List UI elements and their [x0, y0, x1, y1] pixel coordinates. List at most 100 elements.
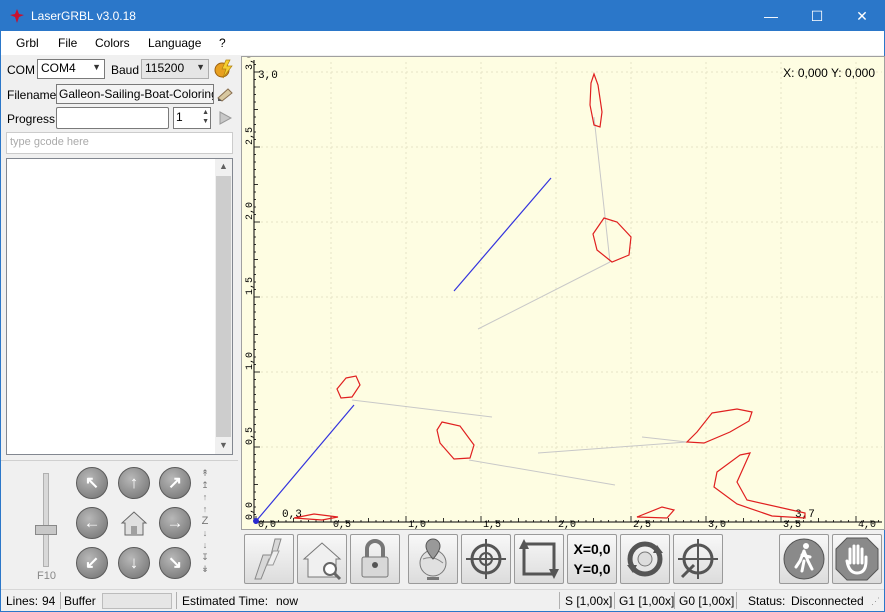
log-scrollbar[interactable]: ▲ ▼	[215, 159, 232, 454]
z-up-icon[interactable]: ↥	[198, 479, 212, 491]
scroll-up-icon[interactable]: ▲	[219, 161, 228, 171]
x-tick-label: 2,5	[633, 520, 651, 529]
status-bar: Lines: 94 Buffer Estimated Time: now S […	[1, 589, 884, 611]
run-program-button[interactable]	[779, 534, 829, 584]
z-down-small-icon[interactable]: ↓	[198, 539, 212, 551]
preview-drawing: 0,0 0,5 1,0 1,5 2,0 2,5 3,0 3,5 4,0 0,0 0,5 1,0 1,5…	[242, 52, 884, 531]
scroll-down-icon[interactable]: ▼	[219, 440, 228, 450]
menu-help[interactable]: ?	[219, 36, 226, 50]
center-target-button[interactable]	[461, 534, 511, 584]
x-tick-label: 3,5	[783, 520, 801, 529]
buffer-label: Buffer	[64, 594, 96, 608]
resize-grip-icon[interactable]: ⋰	[871, 596, 880, 607]
laser-flash-button[interactable]	[244, 534, 294, 584]
z-up-tiny-icon[interactable]: ↑	[198, 503, 212, 515]
x-tick-label: 0,0	[258, 520, 276, 529]
close-button[interactable]: ✕	[839, 1, 885, 31]
s-override[interactable]: S [1,00x]	[565, 594, 612, 608]
com-label: COM	[7, 63, 35, 77]
goto-origin-globe-icon	[419, 538, 447, 580]
y-tick-label: 2,0	[245, 202, 256, 220]
homing-button[interactable]	[297, 534, 347, 584]
y-tick-label: 1,5	[245, 277, 256, 295]
z-up-fast-icon[interactable]: ↟	[198, 467, 212, 479]
preview-canvas[interactable]: 0,0 0,5 1,0 1,5 2,0 2,5 3,0 3,5 4,0 0,0 0,5 1,0 1,5…	[241, 52, 885, 531]
z-up-small-icon[interactable]: ↑	[198, 491, 212, 503]
status-value: Disconnected	[791, 594, 864, 608]
menu-colors[interactable]: Colors	[95, 36, 130, 50]
stepper-arrows-icon[interactable]: ▲ ▼	[202, 108, 209, 126]
scroll-thumb[interactable]	[216, 176, 231, 437]
chevron-down-icon: ▼	[196, 62, 205, 72]
canvas-background	[242, 57, 884, 529]
jog-down-button[interactable]: ↓	[118, 547, 150, 579]
status-separator	[559, 592, 560, 609]
x-tick-label: 4,0	[858, 520, 876, 529]
lines-value: 94	[42, 594, 56, 608]
chevron-down-icon: ▼	[92, 62, 101, 72]
open-file-icon[interactable]	[216, 86, 234, 102]
jog-up-button[interactable]: ↑	[118, 467, 150, 499]
y-tick-label: 0,5	[245, 427, 256, 445]
target-zero-button[interactable]	[673, 534, 723, 584]
speed-slider-thumb[interactable]	[35, 525, 57, 535]
speed-label: F10	[37, 570, 56, 582]
copies-stepper[interactable]: 1 ▲ ▼	[173, 107, 211, 129]
progress-label: Progress	[7, 112, 56, 126]
laser-flash-icon	[254, 538, 282, 580]
gcode-input[interactable]: type gcode here	[6, 132, 233, 154]
zero-x-label: X=0,0	[573, 541, 611, 557]
x-tick-label: 0,5	[333, 520, 351, 529]
menu-file[interactable]: File	[58, 36, 77, 50]
x-tick-label: 2,0	[558, 520, 576, 529]
frame-corners-icon	[519, 539, 559, 579]
frame-button[interactable]	[514, 534, 564, 584]
filename-label: Filename	[7, 88, 57, 102]
menu-grbl[interactable]: Grbl	[16, 36, 39, 50]
maximize-button[interactable]: ☐	[794, 1, 840, 31]
y-tick-label: 2,5	[245, 127, 256, 145]
baud-rate-value: 115200	[145, 61, 185, 75]
x-tick-label: 1,5	[483, 520, 501, 529]
home-button[interactable]	[118, 507, 150, 539]
lines-label: Lines:	[6, 594, 39, 608]
jog-right-button[interactable]: →	[159, 507, 191, 539]
status-separator	[614, 592, 615, 609]
jog-up-right-button[interactable]: ↗	[159, 467, 191, 499]
laser-app-icon	[10, 9, 24, 23]
minimize-button[interactable]: —	[748, 1, 794, 31]
buffer-progress	[102, 593, 172, 609]
y-tick-label: 0,0	[245, 502, 256, 520]
run-play-icon[interactable]	[218, 111, 232, 125]
menu-language[interactable]: Language	[148, 36, 201, 50]
menu-bar: Grbl File Colors Language ?	[1, 31, 884, 55]
z-down-icon[interactable]: ↧	[198, 551, 212, 563]
z-down-fast-icon[interactable]: ↡	[198, 563, 212, 575]
z-down-tiny-icon[interactable]: ↓	[198, 527, 212, 539]
com-port-select[interactable]: COM4 ▼	[37, 59, 105, 79]
jog-up-left-button[interactable]: ↖	[76, 467, 108, 499]
g0-override[interactable]: G0 [1,00x]	[679, 594, 734, 608]
baud-label: Baud	[111, 63, 140, 77]
jog-down-left-button[interactable]: ↙	[76, 547, 108, 579]
g1-override[interactable]: G1 [1,00x]	[619, 594, 674, 608]
connect-icon[interactable]	[213, 58, 235, 80]
z-jog-column: ↟ ↥ ↑ ↑ Z ↓ ↓ ↧ ↡	[198, 467, 212, 575]
goto-origin-button[interactable]	[408, 534, 458, 584]
status-separator	[60, 592, 61, 609]
filename-field[interactable]: Galleon-Sailing-Boat-Coloring-Pag	[56, 84, 214, 104]
target-zero-icon	[678, 539, 718, 579]
progress-bar	[56, 107, 169, 129]
control-panel: COM COM4 ▼ Baud 115200 ▼ Filename Galleo…	[1, 55, 238, 587]
jog-down-right-button[interactable]: ↘	[159, 547, 191, 579]
reset-zero-button[interactable]: X=0,0 Y=0,0	[567, 534, 617, 584]
stop-button[interactable]	[832, 534, 882, 584]
unlock-button[interactable]	[350, 534, 400, 584]
origin-marker	[253, 518, 259, 524]
title-bar: LaserGRBL v3.0.18 — ☐ ✕	[1, 1, 884, 31]
rotate-button[interactable]	[620, 534, 670, 584]
corner-top-label: 3,0	[258, 70, 278, 82]
speed-slider-track[interactable]	[43, 473, 49, 567]
jog-left-button[interactable]: ←	[76, 507, 108, 539]
baud-rate-select[interactable]: 115200 ▼	[141, 59, 209, 79]
